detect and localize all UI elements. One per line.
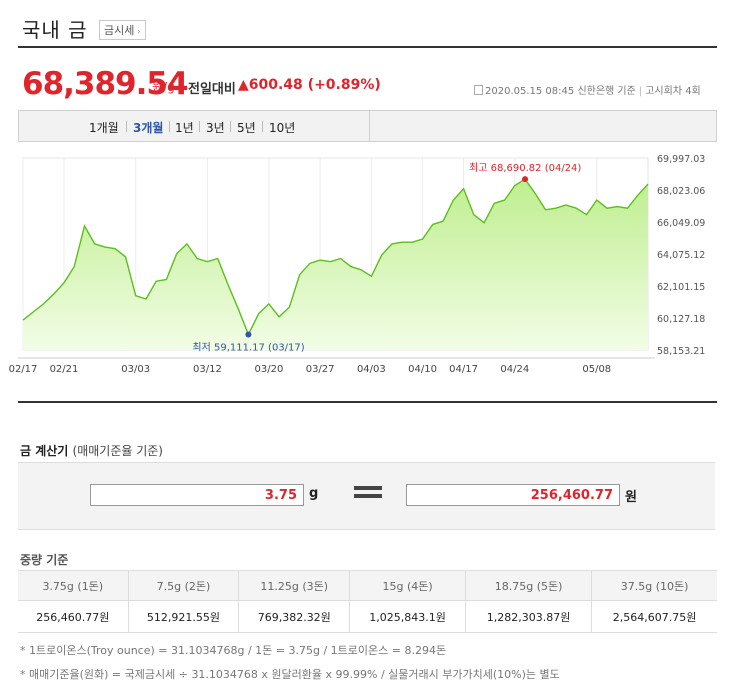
gold-price-link-button[interactable]: 금시세 ›: [99, 20, 146, 40]
y-tick-label: 68,023.06: [657, 186, 705, 197]
equals-icon: [354, 486, 382, 502]
high-point: [522, 176, 529, 183]
x-tick-label: 04/03: [357, 364, 386, 375]
won-unit: 원: [625, 490, 637, 505]
tab-1year[interactable]: 1년: [175, 119, 194, 136]
meta-bank: 신한은행 기준: [577, 86, 636, 97]
change-label: 전일대비: [188, 82, 236, 97]
x-tick-label: 02/17: [9, 364, 38, 375]
tab-10year[interactable]: 10년: [269, 119, 295, 136]
weight-header: 18.75g (5돈): [465, 570, 593, 601]
weight-price: 256,460.77원: [18, 600, 129, 633]
weight-price: 512,921.55원: [128, 600, 240, 633]
gold-price-chart: 69,997.03 68,023.06 66,049.09 64,075.12 62,1…: [9, 154, 706, 375]
weight-header: 15g (4돈): [349, 570, 467, 601]
y-tick-label: 62,101.15: [657, 282, 705, 293]
weight-price: 2,564,607.75원: [591, 600, 717, 633]
low-point: [245, 331, 252, 338]
price-meta: 2020.05.15 08:45 신한은행 기준 | 고시회차 4회: [474, 82, 701, 97]
x-tick-label: 04/10: [408, 364, 437, 375]
tab-1month[interactable]: 1개월: [89, 119, 119, 136]
weight-header: 7.5g (2돈): [128, 570, 240, 601]
y-tick-label: 69,997.03: [657, 154, 705, 165]
price-area: [23, 179, 648, 350]
chevron-right-icon: ›: [137, 27, 141, 36]
x-tick-label: 03/27: [306, 364, 335, 375]
calculator-title: 금 계산기 (매매기준율 기준): [20, 444, 163, 458]
period-tabs: 1개월 3개월 1년 3년 5년 10년: [18, 110, 717, 142]
page-title: 국내 금: [22, 18, 88, 42]
meta-datetime: 2020.05.15 08:45: [485, 86, 575, 97]
footnote: * 1트로이온스(Troy ounce) = 31.1034768g / 1돈 …: [20, 644, 447, 657]
price-unit: 원/g: [152, 80, 175, 94]
high-label: 최고 68,690.82 (04/24): [469, 162, 581, 174]
y-tick-label: 66,049.09: [657, 218, 705, 229]
chip-label: 금시세: [104, 24, 135, 37]
tab-3year[interactable]: 3년: [206, 119, 225, 136]
y-tick-label: 64,075.12: [657, 250, 705, 261]
weight-header: 3.75g (1돈): [18, 570, 129, 601]
weight-price: 1,282,303.87원: [465, 600, 593, 633]
weight-header: 11.25g (3돈): [238, 570, 351, 601]
table-row: 256,460.77원 512,921.55원 769,382.32원 1,02…: [18, 600, 717, 633]
weight-header: 37.5g (10돈): [591, 570, 717, 601]
doc-icon: [474, 85, 483, 95]
change-value: ▲600.48 (+0.89%): [238, 77, 381, 93]
x-tick-label: 03/20: [254, 364, 283, 375]
tab-5year[interactable]: 5년: [237, 119, 256, 136]
x-tick-label: 05/08: [582, 364, 611, 375]
low-label: 최저 59,111.17 (03/17): [192, 341, 304, 353]
footnote: * 매매기준율(원화) = 국제금시세 ÷ 31.1034768 x 원달러환율…: [20, 668, 560, 681]
weight-price: 769,382.32원: [238, 600, 351, 633]
header-divider: [18, 46, 717, 48]
x-tick-label: 03/12: [193, 364, 222, 375]
y-tick-label: 60,127.18: [657, 314, 705, 325]
section-divider: [18, 401, 717, 403]
weight-table-title: 중량 기준: [20, 553, 69, 567]
x-tick-label: 03/03: [121, 364, 150, 375]
won-output[interactable]: 256,460.77: [406, 484, 620, 506]
x-tick-label: 04/17: [449, 364, 478, 375]
meta-round: 고시회차 4회: [645, 86, 701, 97]
calculator-subtitle: (매매기준율 기준): [72, 444, 163, 458]
gram-input[interactable]: 3.75: [90, 484, 304, 506]
y-tick-label: 58,153.21: [657, 346, 705, 357]
gram-unit: g: [309, 486, 319, 501]
weight-price: 1,025,843.1원: [349, 600, 467, 633]
x-tick-label: 02/21: [50, 364, 79, 375]
tab-3month[interactable]: 3개월: [133, 119, 163, 136]
x-tick-label: 04/24: [500, 364, 529, 375]
weight-table: 3.75g (1돈) 7.5g (2돈) 11.25g (3돈) 15g (4돈…: [18, 570, 717, 633]
